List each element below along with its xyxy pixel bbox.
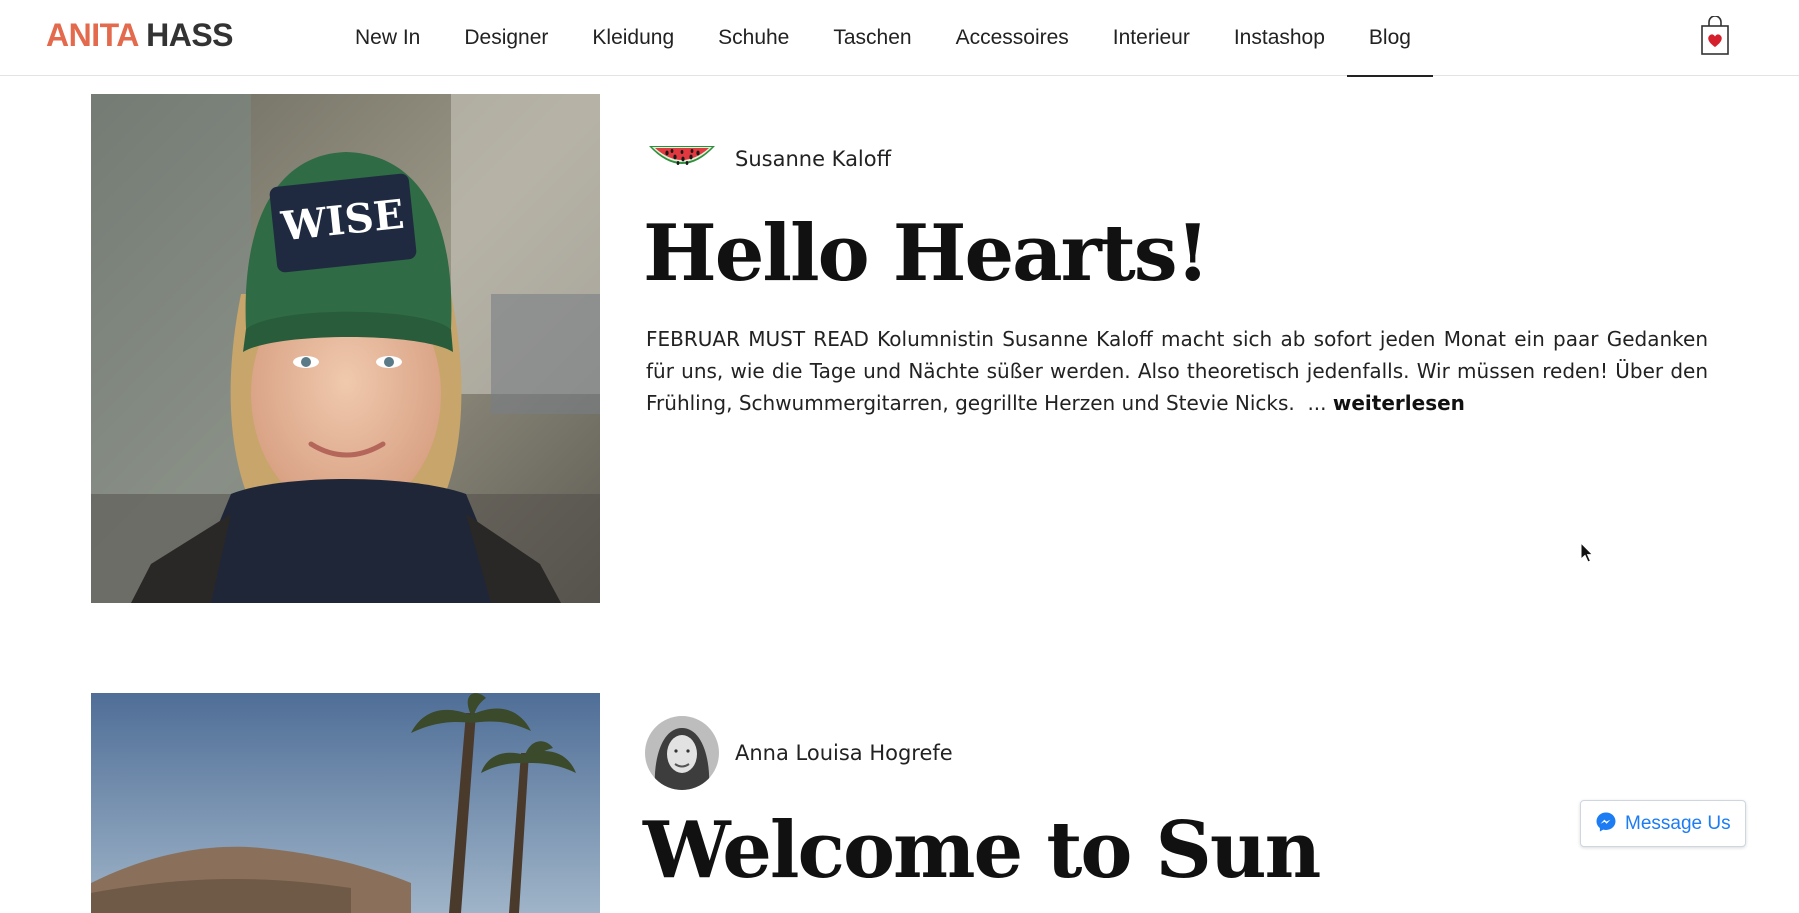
post-excerpt: FEBRUAR MUST READ Kolumnistin Susanne Ka… — [646, 323, 1708, 419]
message-us-label: Message Us — [1625, 812, 1731, 834]
message-us-button[interactable]: Message Us — [1580, 800, 1746, 847]
excerpt-ellipsis: ... — [1294, 391, 1333, 415]
nav-item-taschen[interactable]: Taschen — [811, 0, 933, 76]
post-image-susanne-kaloff[interactable]: WISE — [91, 94, 600, 603]
author-name: Anna Louisa Hogrefe — [735, 741, 953, 765]
logo[interactable]: ANITA HASS — [46, 17, 234, 53]
nav-item-schuhe[interactable]: Schuhe — [696, 0, 811, 76]
site-header: ANITA HASS New In Designer Kleidung Schu… — [0, 0, 1799, 77]
nav-item-blog[interactable]: Blog — [1346, 0, 1433, 77]
post-title[interactable]: Welcome to Sun — [643, 812, 1321, 890]
read-more-link[interactable]: weiterlesen — [1333, 391, 1465, 415]
post-image-anna-louisa-hogrefe[interactable] — [91, 693, 600, 913]
mouse-cursor-icon — [1580, 541, 1594, 564]
watermelon-icon — [645, 122, 719, 196]
nav-item-kleidung[interactable]: Kleidung — [570, 0, 696, 76]
main-nav: New In Designer Kleidung Schuhe Taschen … — [333, 0, 1433, 77]
author-avatar — [645, 716, 719, 790]
messenger-icon — [1595, 811, 1617, 837]
logo-part-1: ANITA — [46, 17, 138, 53]
logo-part-2: HASS — [137, 17, 233, 53]
shopping-bag-heart-icon[interactable] — [1700, 15, 1730, 56]
excerpt-text: FEBRUAR MUST READ Kolumnistin Susanne Ka… — [646, 327, 1708, 415]
nav-item-designer[interactable]: Designer — [442, 0, 570, 76]
post-author[interactable]: Anna Louisa Hogrefe — [645, 716, 953, 790]
nav-item-accessoires[interactable]: Accessoires — [934, 0, 1091, 76]
nav-item-interieur[interactable]: Interieur — [1091, 0, 1212, 76]
post-author[interactable]: Susanne Kaloff — [645, 122, 891, 196]
author-name: Susanne Kaloff — [735, 147, 892, 171]
nav-item-instashop[interactable]: Instashop — [1212, 0, 1347, 76]
post-title[interactable]: Hello Hearts! — [643, 215, 1210, 293]
nav-item-new-in[interactable]: New In — [333, 0, 442, 76]
